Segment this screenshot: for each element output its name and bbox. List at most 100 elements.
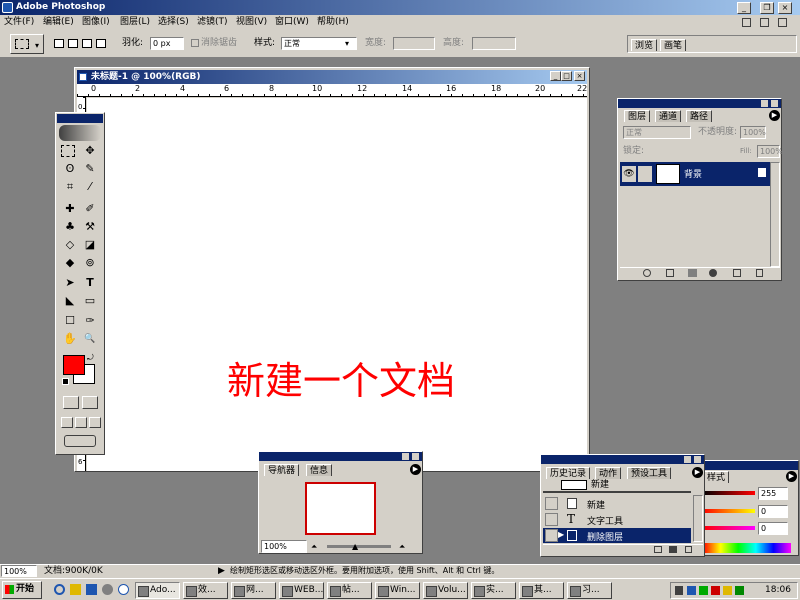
menu-window[interactable]: 窗口(W) [275, 15, 309, 30]
screen-mode-standard-button[interactable] [61, 417, 73, 428]
new-set-icon[interactable] [688, 269, 697, 277]
move-tool-icon[interactable]: ✥ [81, 143, 99, 159]
type-tool-icon[interactable]: T [81, 275, 99, 291]
layer-mask-icon[interactable] [666, 269, 674, 277]
feather-input[interactable]: 0 px [150, 37, 184, 50]
history-source-box[interactable] [545, 529, 558, 542]
brush-link-icon[interactable] [638, 166, 652, 182]
menu-layer[interactable]: 图层(L) [120, 15, 150, 30]
snapshot-icon[interactable] [669, 546, 677, 553]
red-slider[interactable] [703, 491, 755, 495]
healing-brush-tool-icon[interactable]: ✚ [61, 201, 79, 217]
zoom-out-icon[interactable]: ⏶ [311, 542, 317, 552]
tray-app-icon[interactable] [723, 586, 732, 595]
layers-panel-minimize-icon[interactable] [761, 100, 768, 107]
intersect-selection-icon[interactable] [96, 39, 106, 48]
path-selection-tool-icon[interactable]: ➤ [61, 275, 79, 291]
tab-info[interactable]: 信息 [306, 464, 333, 476]
task-button[interactable]: 效... [183, 582, 228, 599]
crop-tool-icon[interactable]: ⌗ [61, 179, 79, 195]
menu-file[interactable]: 文件(F) [4, 15, 34, 30]
jump-to-imageready-icon[interactable] [64, 435, 96, 447]
dodge-tool-icon[interactable]: ⊚ [81, 255, 99, 271]
blue-slider[interactable] [703, 526, 755, 530]
task-button[interactable]: Win... [375, 582, 420, 599]
red-value[interactable]: 255 [758, 487, 788, 500]
navigator-preview[interactable] [305, 482, 376, 535]
tray-app-icon[interactable] [699, 586, 708, 595]
status-arrow-icon[interactable]: ▶ [218, 565, 225, 577]
blend-mode-select[interactable]: 正常 [623, 126, 691, 139]
task-button[interactable]: WEB... [279, 582, 324, 599]
blue-value[interactable]: 0 [758, 522, 788, 535]
navigator-zoom-input[interactable]: 100% [261, 540, 307, 553]
swap-colors-icon[interactable]: ⤾ [87, 353, 94, 363]
lasso-tool-icon[interactable]: ʘ [61, 161, 79, 177]
restore-button[interactable]: ❐ [760, 2, 774, 14]
doc-close-button[interactable] [778, 18, 787, 27]
quicklaunch-outlook-icon[interactable] [70, 584, 81, 595]
shape-tool-icon[interactable]: ▭ [81, 293, 99, 309]
slice-tool-icon[interactable]: ⁄ [81, 179, 99, 195]
layer-row[interactable]: 👁 背景 [620, 162, 770, 186]
quicklaunch-ie-icon[interactable] [54, 584, 65, 595]
quicklaunch-media-icon[interactable] [102, 584, 113, 595]
navigator-close-icon[interactable] [412, 453, 419, 460]
zoom-tool-icon[interactable]: 🔍 [81, 331, 99, 347]
zoom-slider[interactable] [327, 545, 391, 548]
history-item-selected[interactable]: ▶ 删除图层 [543, 528, 691, 543]
task-button[interactable]: Ado... [135, 582, 180, 599]
history-menu-arrow-icon[interactable]: ▶ [692, 467, 703, 478]
gradient-tool-icon[interactable]: ◪ [81, 237, 99, 253]
trash-icon[interactable] [756, 269, 763, 277]
task-button[interactable]: 实... [471, 582, 516, 599]
magic-wand-tool-icon[interactable]: ✎ [81, 161, 99, 177]
subtract-selection-icon[interactable] [82, 39, 92, 48]
new-layer-icon[interactable] [733, 269, 741, 277]
clock[interactable]: 18:06 [765, 585, 791, 595]
menu-filter[interactable]: 滤镜(T) [197, 15, 228, 30]
navigator-minimize-icon[interactable] [402, 453, 409, 460]
quicklaunch-desktop-icon[interactable] [86, 584, 97, 595]
screen-mode-menu-button[interactable] [75, 417, 87, 428]
blur-tool-icon[interactable]: ◆ [61, 255, 79, 271]
document-canvas[interactable]: 新建一个文档 [87, 98, 587, 471]
height-input[interactable] [472, 37, 516, 50]
start-button[interactable]: 开始 [2, 581, 42, 599]
tab-styles[interactable]: 样式 [703, 471, 730, 483]
task-button[interactable]: 帖... [327, 582, 372, 599]
doc-minimize-button[interactable] [742, 18, 751, 27]
standard-mode-button[interactable] [63, 396, 79, 409]
marquee-tool-icon[interactable]: ▭ [61, 145, 75, 157]
visibility-eye-icon[interactable]: 👁 [622, 166, 636, 182]
foreground-color-swatch[interactable] [63, 355, 85, 375]
width-input[interactable] [393, 37, 435, 50]
document-maximize-button[interactable]: □ [561, 71, 572, 81]
tray-app-icon[interactable] [687, 586, 696, 595]
history-source-box[interactable] [545, 497, 558, 510]
history-brush-tool-icon[interactable]: ⚒ [81, 219, 99, 235]
menu-image[interactable]: 图像(I) [82, 15, 110, 30]
navigator-menu-arrow-icon[interactable]: ▶ [410, 464, 421, 475]
task-button[interactable]: 习... [567, 582, 612, 599]
menu-view[interactable]: 视图(V) [236, 15, 267, 30]
layers-panel-close-icon[interactable] [771, 100, 778, 107]
task-button[interactable]: 其... [519, 582, 564, 599]
history-source-box[interactable] [545, 513, 558, 526]
adjustment-layer-icon[interactable] [709, 269, 717, 277]
quicklaunch-help-icon[interactable] [118, 584, 129, 595]
tray-app-icon[interactable] [735, 586, 744, 595]
doc-restore-button[interactable] [760, 18, 769, 27]
zoom-slider-thumb[interactable]: ▲ [352, 542, 358, 551]
green-value[interactable]: 0 [758, 505, 788, 518]
fill-input[interactable]: 100% [757, 145, 783, 158]
document-close-button[interactable]: × [574, 71, 585, 81]
tab-tool-presets[interactable]: 预设工具 [627, 467, 672, 479]
status-zoom[interactable]: 100% [1, 565, 37, 577]
quick-mask-button[interactable] [82, 396, 98, 409]
minimize-button[interactable]: _ [737, 2, 751, 14]
history-item[interactable]: T 文字工具 [543, 512, 691, 527]
history-state-slider-icon[interactable]: ▶ [558, 530, 564, 539]
tab-channels[interactable]: 通道 [655, 110, 682, 122]
pen-tool-icon[interactable]: ◣ [61, 293, 79, 309]
